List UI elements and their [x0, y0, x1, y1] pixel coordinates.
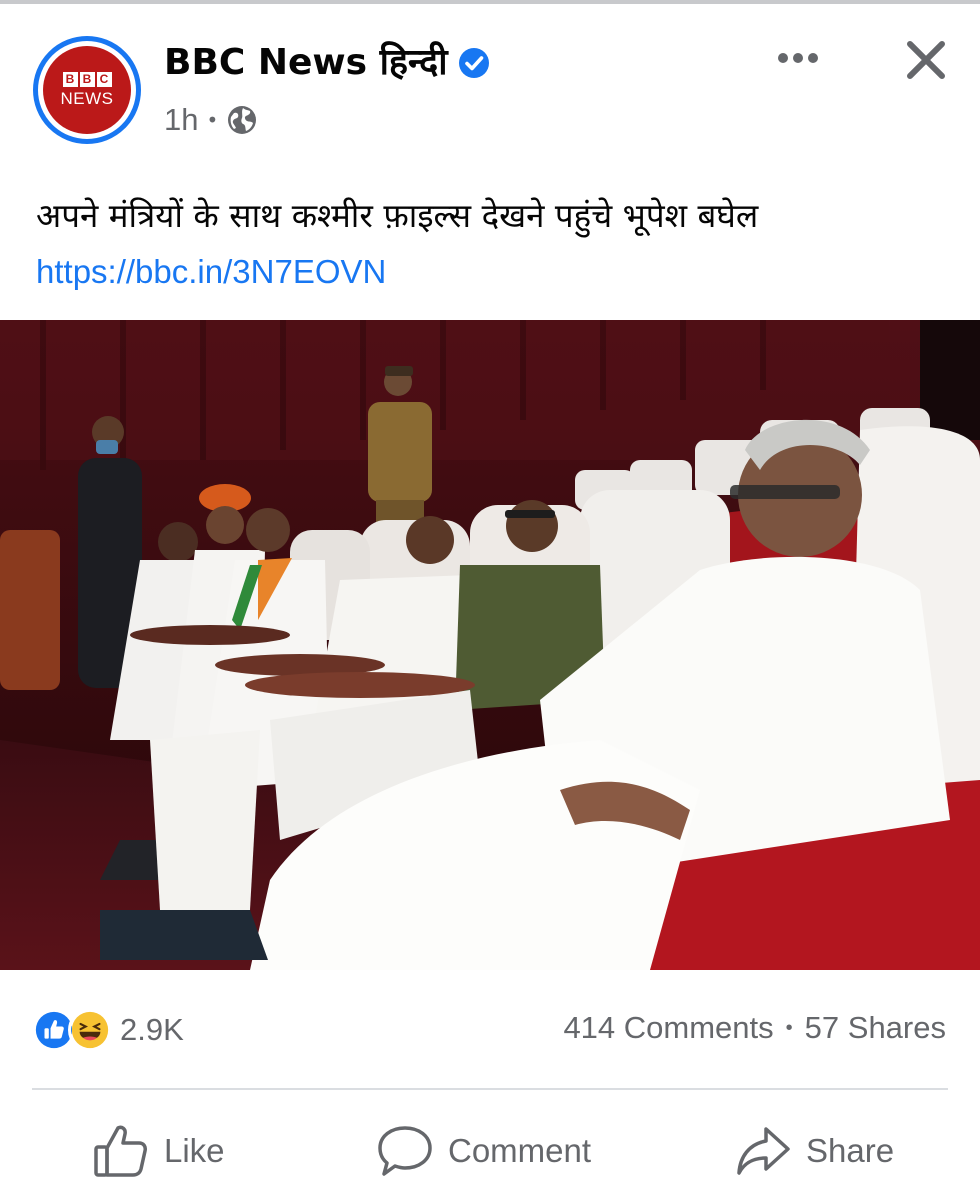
actions-divider [32, 1088, 948, 1090]
comments-count[interactable]: 414 Comments [563, 1010, 773, 1046]
like-label: Like [164, 1132, 225, 1169]
bbc-logo-block: B [79, 72, 95, 87]
comment-button[interactable]: Comment [376, 1118, 591, 1184]
close-icon [907, 41, 945, 79]
shares-count[interactable]: 57 Shares [805, 1010, 946, 1046]
post-timestamp[interactable]: 1h [164, 100, 198, 140]
stats-separator: • [785, 1016, 793, 1039]
photo-illustration [0, 320, 980, 970]
like-button[interactable]: Like [92, 1118, 225, 1184]
bbc-logo-word: NEWS [60, 89, 114, 108]
verified-badge-icon [458, 48, 489, 78]
bbc-news-logo: B B C NEWS [43, 46, 131, 134]
reaction-count: 2.9K [120, 1012, 184, 1047]
globe-icon [228, 106, 257, 134]
caption-text: अपने मंत्रियों के साथ कश्मीर फ़ाइल्स देख… [36, 196, 759, 235]
engagement-stats: 414 Comments • 57 Shares [563, 1010, 946, 1046]
page-avatar[interactable]: B B C NEWS [33, 36, 141, 144]
post-photo[interactable] [0, 320, 980, 970]
page-name[interactable]: BBC News हिन्दी [164, 38, 448, 88]
reactions-summary[interactable]: 2.9K [32, 1008, 184, 1052]
share-button[interactable]: Share [734, 1118, 894, 1184]
page-name-row: BBC News हिन्दी [164, 38, 490, 88]
comment-icon [378, 1126, 432, 1176]
more-options-icon [778, 53, 818, 63]
top-divider-strip [0, 0, 980, 4]
share-label: Share [806, 1132, 895, 1169]
haha-reaction-icon [68, 1008, 112, 1052]
bbc-logo-blocks: B B C [62, 72, 112, 87]
meta-separator: • [206, 108, 219, 132]
more-options-button[interactable] [770, 36, 826, 80]
bbc-logo-block: C [96, 72, 112, 87]
bbc-logo-block: B [62, 72, 78, 87]
share-icon [737, 1127, 790, 1175]
comment-label: Comment [448, 1132, 592, 1169]
caption-link[interactable]: https://bbc.in/3N7EOVN [36, 253, 386, 290]
post-meta: 1h • [164, 100, 258, 140]
like-icon [94, 1125, 147, 1177]
post-caption: अपने मंत्रियों के साथ कश्मीर फ़ाइल्स देख… [36, 188, 936, 300]
close-button[interactable] [898, 32, 954, 88]
